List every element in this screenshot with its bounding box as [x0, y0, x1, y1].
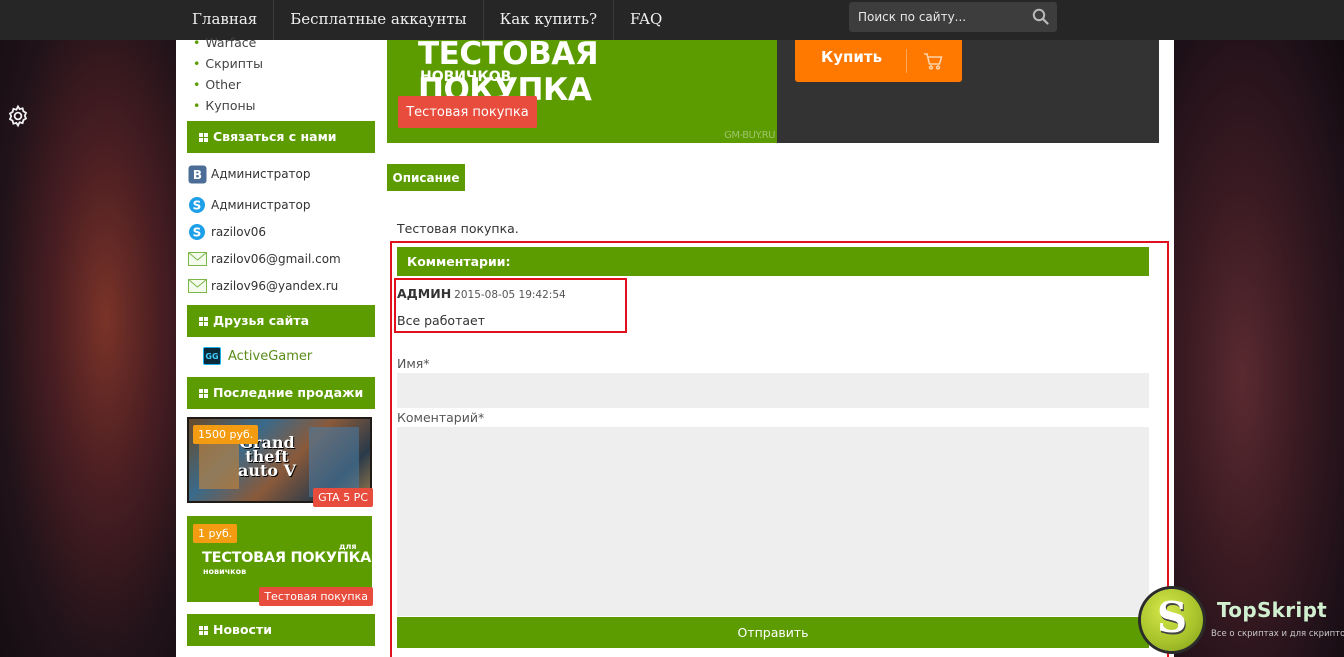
- category-item[interactable]: Other: [193, 74, 263, 95]
- search-box: [849, 2, 1057, 32]
- grid-icon: [199, 626, 208, 635]
- background-right: [1174, 40, 1344, 657]
- price-tag: 1500 руб.: [193, 425, 259, 444]
- category-item[interactable]: Купоны: [193, 95, 263, 116]
- background-left: [0, 40, 176, 657]
- topskript-logo-letter: S: [1156, 593, 1188, 642]
- contact-label: razilov06@gmail.com: [211, 252, 341, 266]
- nav-how-to-buy[interactable]: Как купить?: [484, 0, 615, 40]
- sale-card-gta5[interactable]: Grand theft auto V 1500 руб. GTA 5 PC: [187, 417, 373, 507]
- banner-watermark: GM-BUY.RU: [724, 130, 775, 141]
- product-image: ТЕСТОВАЯ ПОКУПКА НОВИЧКОВ Тестовая покуп…: [387, 36, 777, 143]
- friend-link-activegamer[interactable]: GG ActiveGamer: [203, 347, 312, 365]
- news-block-title: Новости: [213, 622, 272, 637]
- contact-label: Администратор: [211, 198, 311, 212]
- contact-item-skype[interactable]: S Администратор: [187, 194, 311, 216]
- product-buy-panel: Купить: [777, 40, 1159, 143]
- sales-block-title: Последние продажи: [213, 385, 364, 400]
- price-tag: 1 руб.: [193, 524, 238, 543]
- contact-item-vk[interactable]: В Администратор: [187, 163, 311, 185]
- card-art-title: ТЕСТОВАЯ ПОКУПКА: [202, 550, 372, 566]
- category-item[interactable]: Скрипты: [193, 53, 263, 74]
- mail-icon: [187, 249, 207, 269]
- friends-block-header: Друзья сайта: [187, 305, 375, 337]
- skype-icon: S: [187, 222, 207, 242]
- grid-icon: [199, 317, 208, 326]
- buy-button[interactable]: Купить: [795, 40, 962, 82]
- mail-icon: [187, 276, 207, 296]
- description-text: Тестовая покупка.: [397, 221, 519, 236]
- contact-block-header: Связаться с нами: [187, 121, 375, 153]
- search-icon[interactable]: [1032, 8, 1049, 28]
- category-item[interactable]: Warface: [193, 32, 263, 53]
- contact-item-email[interactable]: razilov96@yandex.ru: [187, 275, 338, 297]
- friends-block-title: Друзья сайта: [213, 313, 310, 328]
- svg-text:S: S: [193, 199, 202, 213]
- skype-icon: S: [187, 195, 207, 215]
- category-list: Warface Скрипты Other Купоны: [193, 32, 263, 116]
- contact-item-email[interactable]: razilov06@gmail.com: [187, 248, 341, 270]
- topskript-logo: S: [1141, 589, 1203, 651]
- tab-description[interactable]: Описание: [387, 164, 465, 191]
- grid-icon: [199, 133, 208, 142]
- sale-label: Тестовая покупка: [259, 587, 373, 606]
- contact-label: Администратор: [211, 167, 311, 181]
- topskript-name: TopSkript: [1217, 598, 1328, 622]
- svg-text:S: S: [193, 226, 202, 240]
- sale-label: GTA 5 PC: [313, 488, 373, 507]
- nav-faq[interactable]: FAQ: [614, 0, 678, 40]
- page-content: Warface Скрипты Other Купоны Связаться с…: [176, 35, 1174, 657]
- buy-button-label: Купить: [821, 48, 883, 66]
- vk-icon: В: [187, 164, 207, 184]
- contact-item-skype[interactable]: S razilov06: [187, 221, 266, 243]
- nav-free-accounts[interactable]: Бесплатные аккаунты: [274, 0, 484, 40]
- cart-icon: [923, 52, 943, 74]
- banner-subtitle: НОВИЧКОВ: [420, 69, 512, 85]
- card-art-subtitle: новичков: [203, 567, 247, 576]
- settings-gear-icon[interactable]: [6, 104, 30, 131]
- activegamer-logo-icon: GG: [203, 347, 221, 365]
- contact-label: razilov96@yandex.ru: [211, 279, 339, 293]
- banner-tag-button[interactable]: Тестовая покупка: [398, 96, 537, 128]
- buy-button-divider: [906, 49, 907, 73]
- topskript-tagline: Все о скриптах и для скриптов...: [1211, 629, 1344, 639]
- highlight-frame-comment: [394, 278, 627, 333]
- news-block-header: Новости: [187, 614, 375, 646]
- sale-card-test-purchase[interactable]: 1 руб. для ТЕСТОВАЯ ПОКУПКА новичков Тес…: [187, 516, 373, 606]
- contact-label: razilov06: [211, 225, 266, 239]
- grid-icon: [199, 389, 208, 398]
- search-input[interactable]: [849, 2, 1029, 32]
- product-banner: ТЕСТОВАЯ ПОКУПКА НОВИЧКОВ Тестовая покуп…: [387, 36, 1159, 143]
- friend-label: ActiveGamer: [228, 348, 313, 364]
- svg-text:В: В: [192, 168, 201, 182]
- sales-block-header: Последние продажи: [187, 377, 375, 409]
- contact-block-title: Связаться с нами: [213, 129, 337, 144]
